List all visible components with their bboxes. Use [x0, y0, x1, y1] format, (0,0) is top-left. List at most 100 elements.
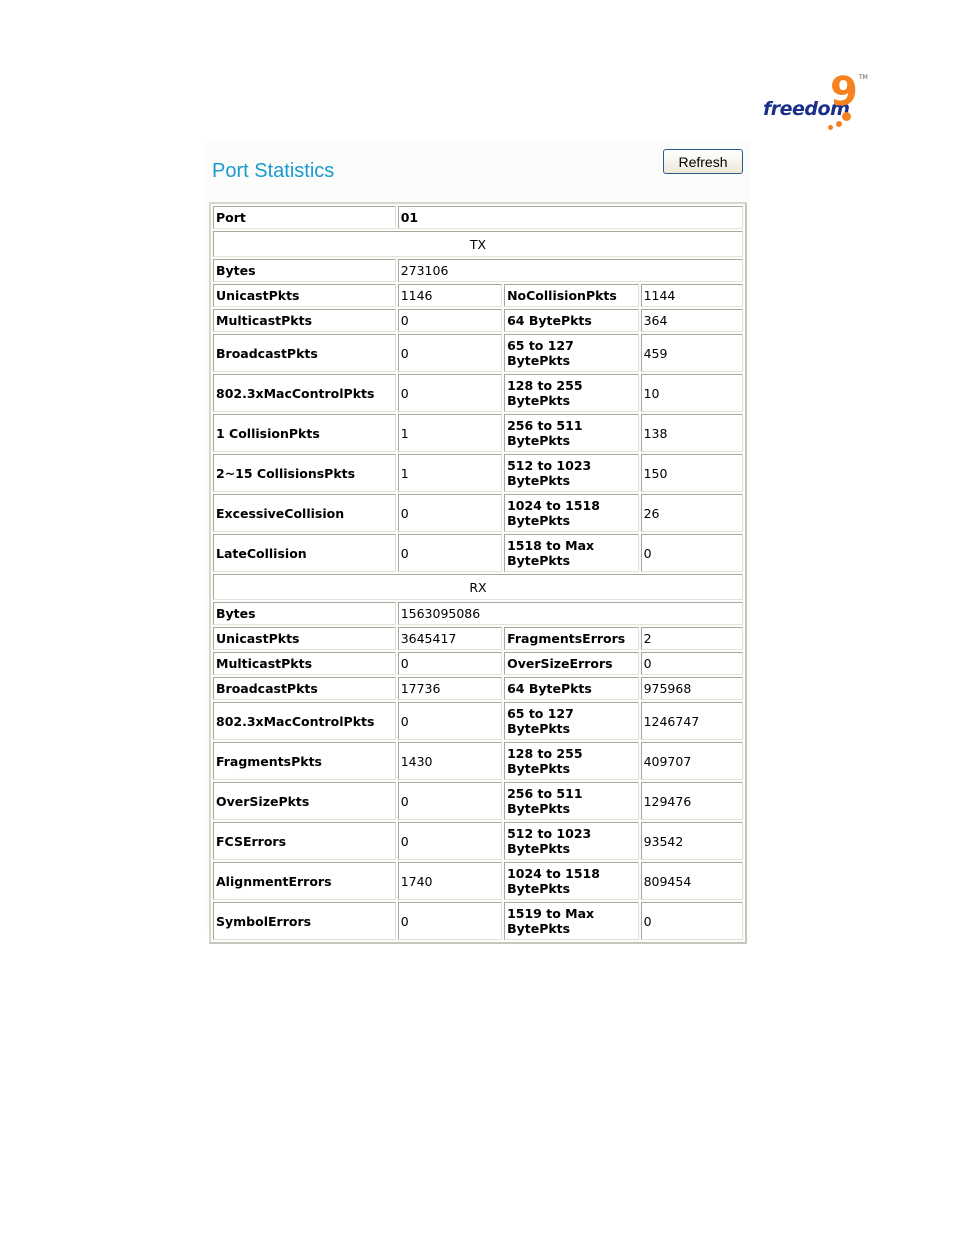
tx-stat-value: 1144: [640, 284, 743, 307]
tx-stat-value: 1: [397, 414, 503, 452]
tx-stat-value: 0: [397, 334, 503, 372]
tx-stat-row: ExcessiveCollision 0 1024 to 1518 BytePkts…: [213, 494, 743, 532]
rx-stat-row: OverSizePkts 0 256 to 511 BytePkts 129476: [213, 782, 743, 820]
rx-stat-label: 128 to 255 BytePkts: [504, 742, 639, 780]
tx-stat-label: 1 CollisionPkts: [213, 414, 396, 452]
tx-stat-row: BroadcastPkts 0 65 to 127 BytePkts 459: [213, 334, 743, 372]
rx-stat-value: 17736: [397, 677, 503, 700]
tx-stat-label: ExcessiveCollision: [213, 494, 396, 532]
rx-stat-value: 809454: [640, 862, 743, 900]
tx-stat-label: 2~15 CollisionsPkts: [213, 454, 396, 492]
rx-section-label: RX: [213, 574, 743, 600]
tx-stat-label: NoCollisionPkts: [504, 284, 639, 307]
rx-bytes-value: 1563095086: [397, 602, 743, 625]
refresh-button[interactable]: Refresh: [663, 149, 743, 174]
rx-stat-value: 409707: [640, 742, 743, 780]
rx-stat-value: 0: [397, 822, 503, 860]
tx-stat-label: MulticastPkts: [213, 309, 396, 332]
tx-stat-value: 138: [640, 414, 743, 452]
tx-stat-value: 0: [397, 374, 503, 412]
port-value: 01: [397, 206, 743, 229]
tx-stat-row: 2~15 CollisionsPkts 1 512 to 1023 BytePkts…: [213, 454, 743, 492]
tx-stat-label: 64 BytePkts: [504, 309, 639, 332]
rx-stat-label: FragmentsPkts: [213, 742, 396, 780]
rx-stat-row: AlignmentErrors 1740 1024 to 1518 BytePkts…: [213, 862, 743, 900]
rx-bytes-label: Bytes: [213, 602, 396, 625]
tx-stat-label: 256 to 511 BytePkts: [504, 414, 639, 452]
tx-stat-value: 1146: [397, 284, 503, 307]
tx-section-header: TX: [213, 231, 743, 257]
rx-stat-value: 0: [397, 702, 503, 740]
tx-stat-label: 128 to 255 BytePkts: [504, 374, 639, 412]
rx-section-header: RX: [213, 574, 743, 600]
rx-stat-row: MulticastPkts 0 OverSizeErrors 0: [213, 652, 743, 675]
tx-stat-value: 0: [397, 534, 503, 572]
page-title: Port Statistics: [212, 160, 335, 182]
logo-nine-mark: 9: [830, 69, 858, 115]
rx-stat-value: 3645417: [397, 627, 503, 650]
tx-bytes-label: Bytes: [213, 259, 396, 282]
rx-stat-label: OverSizeErrors: [504, 652, 639, 675]
rx-stat-label: FragmentsErrors: [504, 627, 639, 650]
rx-bytes-row: Bytes 1563095086: [213, 602, 743, 625]
rx-stat-label: SymbolErrors: [213, 902, 396, 940]
rx-stat-value: 1430: [397, 742, 503, 780]
rx-stat-label: MulticastPkts: [213, 652, 396, 675]
tx-section-label: TX: [213, 231, 743, 257]
tx-stat-value: 150: [640, 454, 743, 492]
rx-stat-value: 2: [640, 627, 743, 650]
rx-stat-label: 1519 to Max BytePkts: [504, 902, 639, 940]
tx-bytes-value: 273106: [397, 259, 743, 282]
tx-stat-row: 1 CollisionPkts 1 256 to 511 BytePkts 138: [213, 414, 743, 452]
freedom9-logo: freedom 9 TM: [760, 72, 870, 134]
tx-stat-label: BroadcastPkts: [213, 334, 396, 372]
tx-stat-value: 459: [640, 334, 743, 372]
rx-stat-value: 1246747: [640, 702, 743, 740]
rx-stat-value: 0: [397, 782, 503, 820]
rx-stat-label: 802.3xMacControlPkts: [213, 702, 396, 740]
port-row: Port 01: [213, 206, 743, 229]
tx-stat-value: 10: [640, 374, 743, 412]
logo-dot: [828, 125, 833, 130]
tx-stat-label: UnicastPkts: [213, 284, 396, 307]
logo-dot: [836, 121, 842, 127]
tx-stat-row: UnicastPkts 1146 NoCollisionPkts 1144: [213, 284, 743, 307]
tx-stat-label: 1518 to Max BytePkts: [504, 534, 639, 572]
rx-stat-label: AlignmentErrors: [213, 862, 396, 900]
tx-stat-value: 26: [640, 494, 743, 532]
rx-stat-value: 129476: [640, 782, 743, 820]
tx-stat-label: 65 to 127 BytePkts: [504, 334, 639, 372]
rx-stat-row: SymbolErrors 0 1519 to Max BytePkts 0: [213, 902, 743, 940]
tx-stat-value: 0: [397, 309, 503, 332]
rx-stat-value: 93542: [640, 822, 743, 860]
rx-stat-value: 1740: [397, 862, 503, 900]
rx-stat-row: 802.3xMacControlPkts 0 65 to 127 BytePkts 1…: [213, 702, 743, 740]
tx-stat-label: 512 to 1023 BytePkts: [504, 454, 639, 492]
rx-stat-label: 1024 to 1518 BytePkts: [504, 862, 639, 900]
port-label: Port: [213, 206, 396, 229]
rx-stat-row: UnicastPkts 3645417 FragmentsErrors 2: [213, 627, 743, 650]
tx-stat-row: 802.3xMacControlPkts 0 128 to 255 BytePkts…: [213, 374, 743, 412]
tx-stat-label: 1024 to 1518 BytePkts: [504, 494, 639, 532]
tx-stat-row: LateCollision 0 1518 to Max BytePkts 0: [213, 534, 743, 572]
port-statistics-table: Port 01 TX Bytes 273106 UnicastPkts 1146 N…: [209, 202, 747, 944]
rx-stat-value: 0: [640, 652, 743, 675]
rx-stat-row: FCSErrors 0 512 to 1023 BytePkts 93542: [213, 822, 743, 860]
trademark-symbol: TM: [859, 74, 868, 81]
rx-stat-value: 0: [397, 652, 503, 675]
tx-stat-value: 1: [397, 454, 503, 492]
rx-stat-label: 65 to 127 BytePkts: [504, 702, 639, 740]
rx-stat-label: FCSErrors: [213, 822, 396, 860]
tx-stat-value: 0: [640, 534, 743, 572]
rx-stat-label: 256 to 511 BytePkts: [504, 782, 639, 820]
rx-stat-value: 0: [397, 902, 503, 940]
tx-stat-value: 364: [640, 309, 743, 332]
rx-stat-label: BroadcastPkts: [213, 677, 396, 700]
tx-stat-label: LateCollision: [213, 534, 396, 572]
rx-stat-label: 64 BytePkts: [504, 677, 639, 700]
tx-stat-label: 802.3xMacControlPkts: [213, 374, 396, 412]
tx-stat-row: MulticastPkts 0 64 BytePkts 364: [213, 309, 743, 332]
rx-stat-label: UnicastPkts: [213, 627, 396, 650]
rx-stat-label: OverSizePkts: [213, 782, 396, 820]
rx-stat-row: BroadcastPkts 17736 64 BytePkts 975968: [213, 677, 743, 700]
